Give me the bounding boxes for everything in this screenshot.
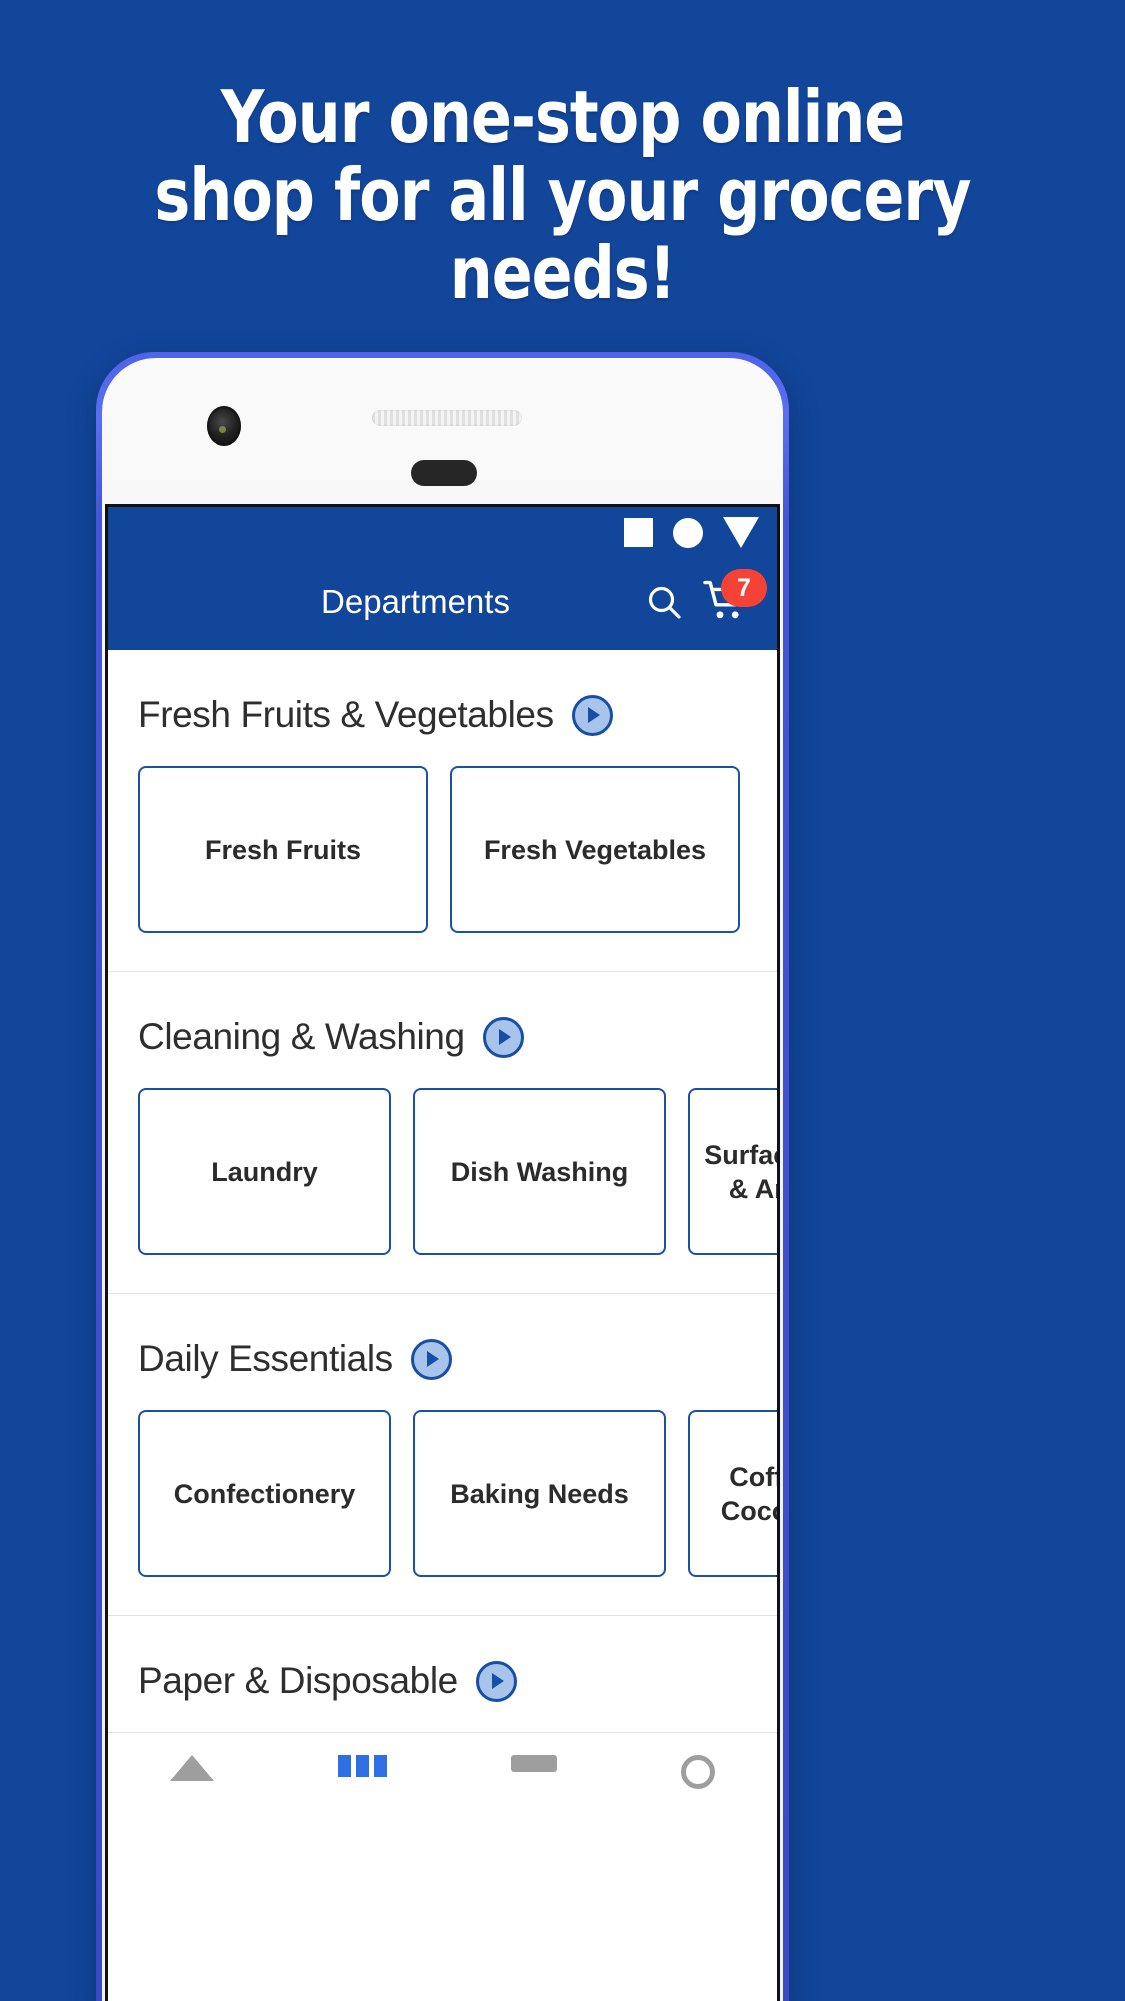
bottom-navigation <box>108 1733 777 1805</box>
category-card-row[interactable]: Confectionery Baking Needs Coffee, Tea &… <box>108 1410 777 1615</box>
section-fresh-fruits-vegetables: Fresh Fruits & Vegetables Fresh Fruits F… <box>108 650 777 971</box>
category-card[interactable]: Baking Needs <box>413 1410 666 1577</box>
chevron-right-circle-icon[interactable] <box>571 694 613 736</box>
category-card[interactable]: Coffee, Tea & Cocoa Powder <box>688 1410 777 1577</box>
category-card-row[interactable]: Fresh Fruits Fresh Vegetables <box>108 766 777 971</box>
earpiece-speaker-icon <box>372 410 522 426</box>
app-bar-row: Departments 7 <box>108 566 777 638</box>
section-daily-essentials: Daily Essentials Confectionery Baking Ne… <box>108 1294 777 1615</box>
circle-icon <box>673 517 703 548</box>
category-card-label: Confectionery <box>173 1478 356 1509</box>
section-header: Cleaning & Washing <box>108 972 777 1088</box>
category-card[interactable]: Fresh Fruits <box>138 766 428 933</box>
category-card-label: Dish Washing <box>450 1156 629 1187</box>
category-card-label: Fresh Vegetables <box>483 834 707 865</box>
triangle-down-icon <box>723 517 759 548</box>
section-cleaning-washing: Cleaning & Washing Laundry Dish Washing … <box>108 972 777 1293</box>
search-button[interactable] <box>633 571 695 633</box>
category-card[interactable]: Dish Washing <box>413 1088 666 1255</box>
promo-headline: Your one-stop online shop for all your g… <box>154 75 971 315</box>
section-title: Paper & Disposable <box>138 1660 458 1701</box>
cart-button[interactable]: 7 <box>695 569 767 633</box>
departments-list: Fresh Fruits & Vegetables Fresh Fruits F… <box>108 650 777 1805</box>
section-paper-disposable: Paper & Disposable <box>108 1616 777 1732</box>
category-card[interactable]: Surface Cleaners & Antiseptics <box>688 1088 777 1255</box>
departments-grid-icon[interactable] <box>338 1755 387 1777</box>
search-icon <box>648 586 681 619</box>
square-icon <box>624 518 653 547</box>
section-title: Fresh Fruits & Vegetables <box>138 694 554 735</box>
section-title: Cleaning & Washing <box>138 1016 465 1057</box>
section-header: Daily Essentials <box>108 1294 777 1410</box>
home-indicator <box>411 460 477 486</box>
list-icon[interactable] <box>511 1755 557 1772</box>
cart-count-badge: 7 <box>721 569 767 607</box>
front-camera-icon <box>207 406 241 446</box>
category-card[interactable]: Fresh Vegetables <box>450 766 740 933</box>
section-header: Fresh Fruits & Vegetables <box>108 650 777 766</box>
phone-body: Departments 7 Fresh Fruits & Vegetables … <box>102 358 783 2001</box>
account-icon[interactable] <box>681 1755 715 1789</box>
category-card-label: Surface Cleaners & Antiseptics <box>704 1139 777 1204</box>
app-screen: Departments 7 Fresh Fruits & Vegetables … <box>105 504 780 2001</box>
category-card-row[interactable]: Laundry Dish Washing Surface Cleaners & … <box>108 1088 777 1293</box>
phone-mockup: Departments 7 Fresh Fruits & Vegetables … <box>96 352 789 2001</box>
section-title: Daily Essentials <box>138 1338 393 1379</box>
category-card-label: Fresh Fruits <box>204 834 362 865</box>
section-header: Paper & Disposable <box>108 1616 777 1732</box>
category-card-label: Baking Needs <box>450 1478 629 1509</box>
status-bar-icons <box>624 517 759 548</box>
home-icon[interactable] <box>170 1755 214 1781</box>
category-card[interactable]: Laundry <box>138 1088 391 1255</box>
chevron-right-circle-icon[interactable] <box>410 1338 452 1380</box>
category-card-label: Coffee, Tea & Cocoa Powder <box>720 1461 777 1526</box>
page-title: Departments <box>321 583 510 620</box>
category-card[interactable]: Confectionery <box>138 1410 391 1577</box>
chevron-right-circle-icon[interactable] <box>475 1660 517 1702</box>
app-bar: Departments 7 <box>108 507 777 650</box>
chevron-right-circle-icon[interactable] <box>482 1016 524 1058</box>
category-card-label: Laundry <box>211 1156 318 1187</box>
